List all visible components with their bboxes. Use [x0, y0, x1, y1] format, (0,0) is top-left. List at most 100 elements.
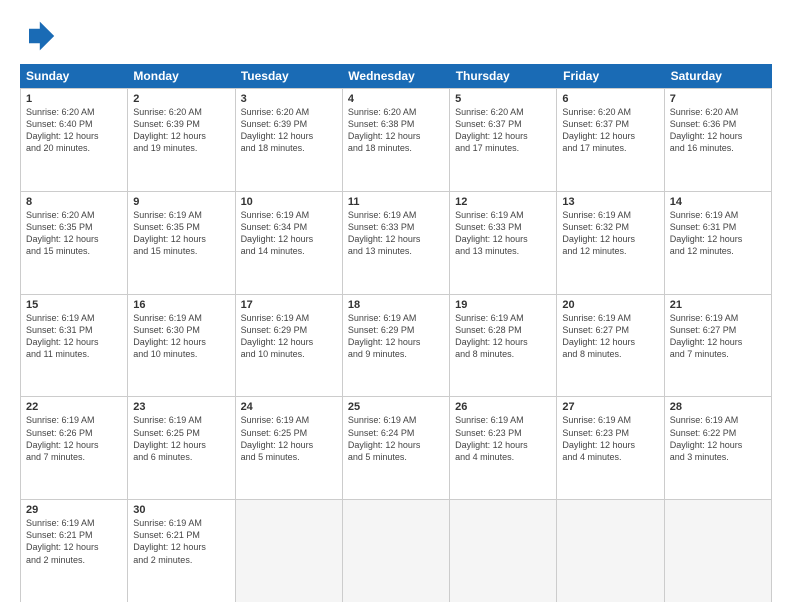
day-info: Sunrise: 6:19 AMSunset: 6:31 PMDaylight:…: [670, 209, 766, 258]
day-number: 24: [241, 401, 337, 413]
calendar-body: 1Sunrise: 6:20 AMSunset: 6:40 PMDaylight…: [20, 88, 772, 602]
day-info: Sunrise: 6:20 AMSunset: 6:39 PMDaylight:…: [241, 106, 337, 155]
calendar-week-2: 15Sunrise: 6:19 AMSunset: 6:31 PMDayligh…: [21, 295, 772, 398]
calendar-week-3: 22Sunrise: 6:19 AMSunset: 6:26 PMDayligh…: [21, 397, 772, 500]
calendar-cell-26: 26Sunrise: 6:19 AMSunset: 6:23 PMDayligh…: [450, 397, 557, 499]
calendar-cell-empty-4-2: [236, 500, 343, 602]
calendar-week-0: 1Sunrise: 6:20 AMSunset: 6:40 PMDaylight…: [21, 89, 772, 192]
day-info: Sunrise: 6:19 AMSunset: 6:29 PMDaylight:…: [348, 312, 444, 361]
calendar-cell-25: 25Sunrise: 6:19 AMSunset: 6:24 PMDayligh…: [343, 397, 450, 499]
calendar-cell-28: 28Sunrise: 6:19 AMSunset: 6:22 PMDayligh…: [665, 397, 772, 499]
calendar-cell-4: 4Sunrise: 6:20 AMSunset: 6:38 PMDaylight…: [343, 89, 450, 191]
calendar-cell-16: 16Sunrise: 6:19 AMSunset: 6:30 PMDayligh…: [128, 295, 235, 397]
day-info: Sunrise: 6:19 AMSunset: 6:25 PMDaylight:…: [241, 414, 337, 463]
day-number: 28: [670, 401, 766, 413]
calendar-header-row: SundayMondayTuesdayWednesdayThursdayFrid…: [20, 64, 772, 88]
calendar-cell-9: 9Sunrise: 6:19 AMSunset: 6:35 PMDaylight…: [128, 192, 235, 294]
day-info: Sunrise: 6:19 AMSunset: 6:35 PMDaylight:…: [133, 209, 229, 258]
calendar-cell-13: 13Sunrise: 6:19 AMSunset: 6:32 PMDayligh…: [557, 192, 664, 294]
header: [20, 18, 772, 54]
calendar-cell-7: 7Sunrise: 6:20 AMSunset: 6:36 PMDaylight…: [665, 89, 772, 191]
day-number: 1: [26, 93, 122, 105]
day-info: Sunrise: 6:19 AMSunset: 6:24 PMDaylight:…: [348, 414, 444, 463]
page: SundayMondayTuesdayWednesdayThursdayFrid…: [0, 0, 792, 612]
day-number: 23: [133, 401, 229, 413]
day-info: Sunrise: 6:20 AMSunset: 6:40 PMDaylight:…: [26, 106, 122, 155]
day-info: Sunrise: 6:20 AMSunset: 6:37 PMDaylight:…: [562, 106, 658, 155]
day-number: 6: [562, 93, 658, 105]
day-number: 14: [670, 196, 766, 208]
day-info: Sunrise: 6:19 AMSunset: 6:33 PMDaylight:…: [348, 209, 444, 258]
calendar-cell-19: 19Sunrise: 6:19 AMSunset: 6:28 PMDayligh…: [450, 295, 557, 397]
day-number: 9: [133, 196, 229, 208]
day-number: 18: [348, 299, 444, 311]
day-number: 15: [26, 299, 122, 311]
day-info: Sunrise: 6:19 AMSunset: 6:23 PMDaylight:…: [562, 414, 658, 463]
day-info: Sunrise: 6:19 AMSunset: 6:23 PMDaylight:…: [455, 414, 551, 463]
calendar-cell-24: 24Sunrise: 6:19 AMSunset: 6:25 PMDayligh…: [236, 397, 343, 499]
calendar-cell-10: 10Sunrise: 6:19 AMSunset: 6:34 PMDayligh…: [236, 192, 343, 294]
header-day-wednesday: Wednesday: [342, 64, 449, 88]
day-info: Sunrise: 6:19 AMSunset: 6:21 PMDaylight:…: [26, 517, 122, 566]
header-day-friday: Friday: [557, 64, 664, 88]
calendar-cell-22: 22Sunrise: 6:19 AMSunset: 6:26 PMDayligh…: [21, 397, 128, 499]
calendar-week-4: 29Sunrise: 6:19 AMSunset: 6:21 PMDayligh…: [21, 500, 772, 602]
day-info: Sunrise: 6:19 AMSunset: 6:30 PMDaylight:…: [133, 312, 229, 361]
day-info: Sunrise: 6:20 AMSunset: 6:35 PMDaylight:…: [26, 209, 122, 258]
calendar-cell-3: 3Sunrise: 6:20 AMSunset: 6:39 PMDaylight…: [236, 89, 343, 191]
day-number: 29: [26, 504, 122, 516]
day-info: Sunrise: 6:20 AMSunset: 6:36 PMDaylight:…: [670, 106, 766, 155]
calendar-cell-27: 27Sunrise: 6:19 AMSunset: 6:23 PMDayligh…: [557, 397, 664, 499]
calendar-cell-29: 29Sunrise: 6:19 AMSunset: 6:21 PMDayligh…: [21, 500, 128, 602]
day-number: 26: [455, 401, 551, 413]
logo: [20, 18, 60, 54]
day-number: 8: [26, 196, 122, 208]
calendar-cell-14: 14Sunrise: 6:19 AMSunset: 6:31 PMDayligh…: [665, 192, 772, 294]
day-number: 11: [348, 196, 444, 208]
calendar-cell-6: 6Sunrise: 6:20 AMSunset: 6:37 PMDaylight…: [557, 89, 664, 191]
header-day-thursday: Thursday: [450, 64, 557, 88]
header-day-monday: Monday: [127, 64, 234, 88]
day-number: 10: [241, 196, 337, 208]
day-number: 19: [455, 299, 551, 311]
calendar-cell-21: 21Sunrise: 6:19 AMSunset: 6:27 PMDayligh…: [665, 295, 772, 397]
calendar-cell-empty-4-6: [665, 500, 772, 602]
header-day-saturday: Saturday: [665, 64, 772, 88]
day-number: 22: [26, 401, 122, 413]
day-info: Sunrise: 6:20 AMSunset: 6:39 PMDaylight:…: [133, 106, 229, 155]
day-number: 5: [455, 93, 551, 105]
day-number: 7: [670, 93, 766, 105]
day-number: 25: [348, 401, 444, 413]
day-number: 13: [562, 196, 658, 208]
calendar-cell-23: 23Sunrise: 6:19 AMSunset: 6:25 PMDayligh…: [128, 397, 235, 499]
calendar-cell-empty-4-3: [343, 500, 450, 602]
calendar-cell-1: 1Sunrise: 6:20 AMSunset: 6:40 PMDaylight…: [21, 89, 128, 191]
day-info: Sunrise: 6:19 AMSunset: 6:26 PMDaylight:…: [26, 414, 122, 463]
day-number: 12: [455, 196, 551, 208]
day-number: 17: [241, 299, 337, 311]
header-day-sunday: Sunday: [20, 64, 127, 88]
logo-icon: [20, 18, 56, 54]
day-number: 3: [241, 93, 337, 105]
day-info: Sunrise: 6:20 AMSunset: 6:37 PMDaylight:…: [455, 106, 551, 155]
day-info: Sunrise: 6:19 AMSunset: 6:22 PMDaylight:…: [670, 414, 766, 463]
calendar-cell-20: 20Sunrise: 6:19 AMSunset: 6:27 PMDayligh…: [557, 295, 664, 397]
day-info: Sunrise: 6:19 AMSunset: 6:21 PMDaylight:…: [133, 517, 229, 566]
day-number: 21: [670, 299, 766, 311]
calendar-cell-2: 2Sunrise: 6:20 AMSunset: 6:39 PMDaylight…: [128, 89, 235, 191]
calendar-cell-30: 30Sunrise: 6:19 AMSunset: 6:21 PMDayligh…: [128, 500, 235, 602]
day-number: 20: [562, 299, 658, 311]
day-info: Sunrise: 6:19 AMSunset: 6:34 PMDaylight:…: [241, 209, 337, 258]
day-info: Sunrise: 6:19 AMSunset: 6:32 PMDaylight:…: [562, 209, 658, 258]
day-info: Sunrise: 6:19 AMSunset: 6:28 PMDaylight:…: [455, 312, 551, 361]
calendar-cell-15: 15Sunrise: 6:19 AMSunset: 6:31 PMDayligh…: [21, 295, 128, 397]
day-info: Sunrise: 6:19 AMSunset: 6:33 PMDaylight:…: [455, 209, 551, 258]
day-number: 27: [562, 401, 658, 413]
day-info: Sunrise: 6:19 AMSunset: 6:31 PMDaylight:…: [26, 312, 122, 361]
calendar-cell-18: 18Sunrise: 6:19 AMSunset: 6:29 PMDayligh…: [343, 295, 450, 397]
day-number: 4: [348, 93, 444, 105]
day-info: Sunrise: 6:19 AMSunset: 6:27 PMDaylight:…: [562, 312, 658, 361]
calendar-cell-11: 11Sunrise: 6:19 AMSunset: 6:33 PMDayligh…: [343, 192, 450, 294]
day-number: 2: [133, 93, 229, 105]
calendar-cell-empty-4-4: [450, 500, 557, 602]
